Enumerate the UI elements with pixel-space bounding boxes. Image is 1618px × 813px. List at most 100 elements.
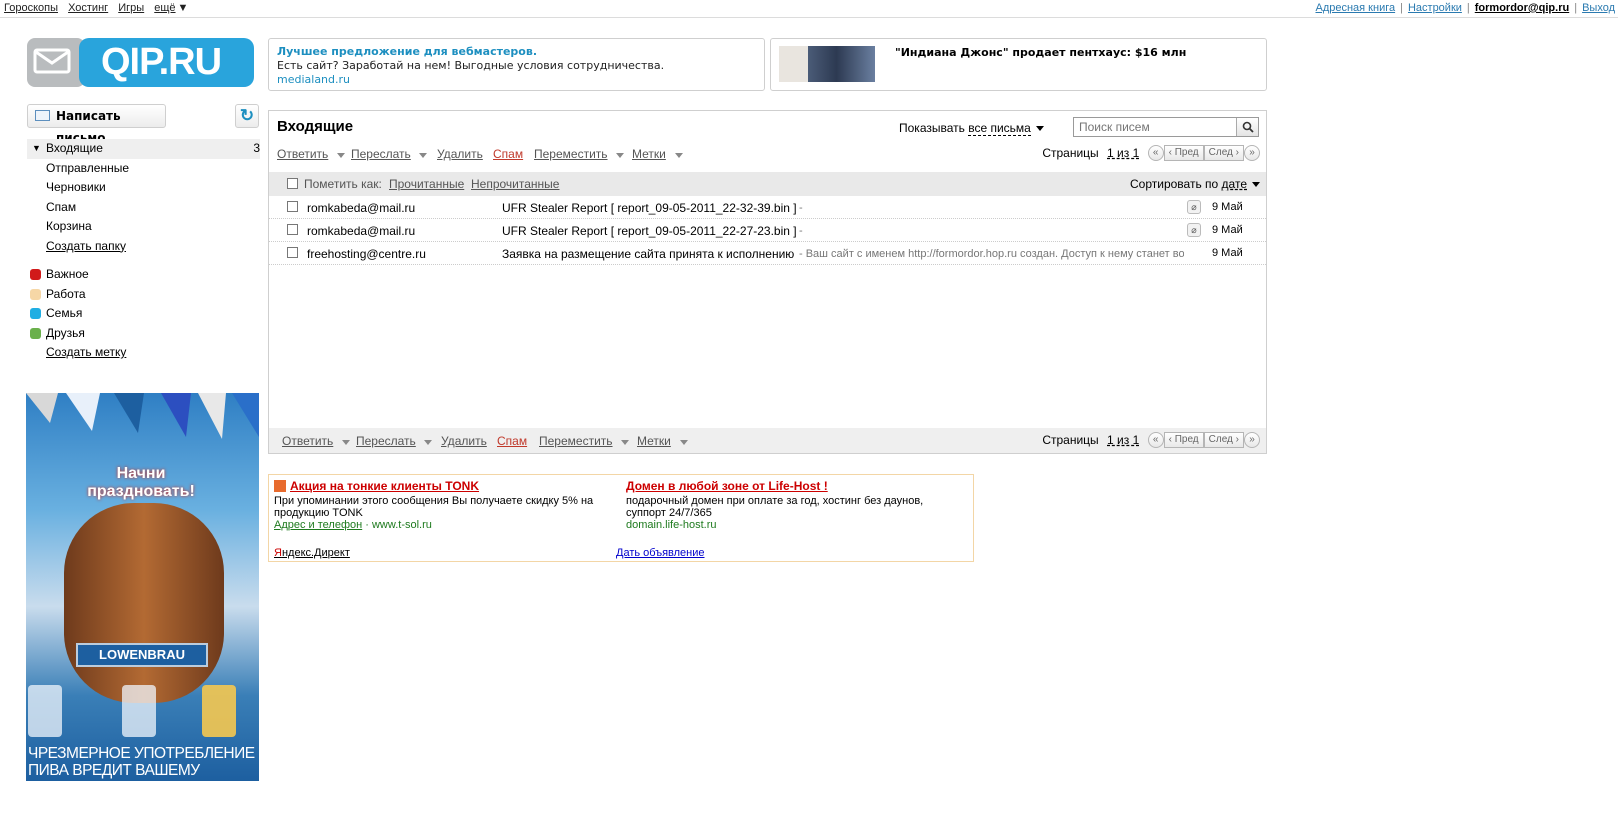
label-friends[interactable]: Друзья xyxy=(27,324,260,344)
page-number[interactable]: 1 из 1 xyxy=(1107,146,1139,160)
delete-button-bottom[interactable]: Удалить xyxy=(441,434,487,448)
forward-button-bottom[interactable]: Переслать xyxy=(356,434,416,448)
reply-button[interactable]: Ответить xyxy=(277,147,328,161)
label-work[interactable]: Работа xyxy=(27,285,260,305)
ad-title[interactable]: Домен в любой зоне от Life-Host ! xyxy=(626,479,966,493)
forward-button[interactable]: Переслать xyxy=(351,147,411,161)
promo-url[interactable]: medialand.ru xyxy=(277,73,756,87)
folder-trash[interactable]: Корзина xyxy=(27,217,260,237)
reply-button-bottom[interactable]: Ответить xyxy=(282,434,333,448)
select-all-checkbox[interactable] xyxy=(287,178,298,189)
tags-button[interactable]: Метки xyxy=(632,147,666,161)
folder-spam[interactable]: Спам xyxy=(27,198,260,218)
expand-arrow-icon[interactable]: ▼ xyxy=(32,139,41,159)
message-checkbox[interactable] xyxy=(287,224,298,235)
message-sender[interactable]: romkabeda@mail.ru xyxy=(307,201,415,215)
message-subject[interactable]: UFR Stealer Report [ report_09-05-2011_2… xyxy=(502,224,797,238)
reply-dropdown-icon[interactable] xyxy=(337,153,345,158)
yandex-direct-link[interactable]: Яндекс.Директ xyxy=(274,547,350,559)
ad-lifehost: Домен в любой зоне от Life-Host ! подаро… xyxy=(626,479,966,531)
promo-title[interactable]: Лучшее предложение для вебмастеров. xyxy=(277,45,756,59)
message-sender[interactable]: romkabeda@mail.ru xyxy=(307,224,415,238)
folder-drafts[interactable]: Черновики xyxy=(27,178,260,198)
beer-ad-banner[interactable]: Начни праздновать! LOWENBRAU ЧРЕЗМЕРНОЕ … xyxy=(26,393,259,781)
spam-button[interactable]: Спам xyxy=(493,147,523,161)
forward-dropdown-icon[interactable] xyxy=(424,440,432,445)
search-button[interactable] xyxy=(1236,118,1258,136)
first-page-button[interactable]: « xyxy=(1147,145,1164,161)
message-snippet[interactable]: - Ваш сайт с именем http://formordor.hop… xyxy=(799,248,1184,260)
logo[interactable]: QIP.RU xyxy=(27,38,254,87)
folder-sent[interactable]: Отправленные xyxy=(27,159,260,179)
create-folder-link[interactable]: Создать папку xyxy=(27,237,260,257)
last-page-button[interactable]: » xyxy=(1244,145,1260,161)
message-snippet[interactable]: - xyxy=(799,225,1219,237)
top-bar: Гороскопы Хостинг Игры ещё ▼ Адресная кни… xyxy=(0,0,1618,18)
chevron-down-icon[interactable]: ▼ xyxy=(178,2,189,14)
flags-decoration xyxy=(26,393,259,439)
delete-button[interactable]: Удалить xyxy=(437,147,483,161)
promo-news[interactable]: "Индиана Джонс" продает пентхаус: $16 мл… xyxy=(770,38,1267,91)
message-checkbox[interactable] xyxy=(287,247,298,258)
message-subject[interactable]: UFR Stealer Report [ report_09-05-2011_2… xyxy=(502,201,797,215)
news-title[interactable]: "Индиана Джонс" продает пентхаус: $16 мл… xyxy=(895,46,1186,59)
message-subject[interactable]: Заявка на размещение сайта принята к исп… xyxy=(502,247,794,261)
reply-dropdown-icon[interactable] xyxy=(342,440,350,445)
message-date: 9 Май xyxy=(1212,247,1243,259)
move-dropdown-icon[interactable] xyxy=(621,440,629,445)
create-label-link[interactable]: Создать метку xyxy=(27,343,260,363)
message-checkbox[interactable] xyxy=(287,201,298,212)
tags-dropdown-icon[interactable] xyxy=(680,440,688,445)
top-link-more[interactable]: ещё xyxy=(154,2,175,14)
message-date: 9 Май xyxy=(1212,201,1243,213)
move-button[interactable]: Переместить xyxy=(534,147,608,161)
message-row[interactable]: romkabeda@mail.ru UFR Stealer Report [ r… xyxy=(269,196,1266,219)
prev-page-button[interactable]: ‹ Пред xyxy=(1163,145,1204,161)
next-page-button[interactable]: След › xyxy=(1203,145,1244,161)
chevron-down-icon[interactable] xyxy=(1035,126,1044,132)
move-button-bottom[interactable]: Переместить xyxy=(539,434,613,448)
address-book-link[interactable]: Адресная книга xyxy=(1315,2,1395,14)
spam-button-bottom[interactable]: Спам xyxy=(497,434,527,448)
top-link-horoscopes[interactable]: Гороскопы xyxy=(4,2,58,14)
filter-value[interactable]: все письма xyxy=(968,121,1031,136)
advertise-link[interactable]: Дать объявление xyxy=(616,547,705,559)
mark-unread-link[interactable]: Непрочитанные xyxy=(471,177,559,191)
ad-address-link[interactable]: Адрес и телефон xyxy=(274,519,362,531)
tags-dropdown-icon[interactable] xyxy=(675,153,683,158)
settings-link[interactable]: Настройки xyxy=(1408,2,1462,14)
next-page-button[interactable]: След › xyxy=(1203,432,1244,448)
label-important[interactable]: Важное xyxy=(27,265,260,285)
last-page-button[interactable]: » xyxy=(1244,432,1260,448)
folder-list: ▼ Входящие 3 Отправленные Черновики Спам… xyxy=(27,139,260,256)
ad-url[interactable]: domain.life-host.ru xyxy=(626,519,966,531)
search-input[interactable] xyxy=(1074,118,1236,136)
promo-webmasters[interactable]: Лучшее предложение для вебмастеров. Есть… xyxy=(268,38,765,91)
top-nav-left: Гороскопы Хостинг Игры ещё ▼ xyxy=(4,2,195,14)
first-page-button[interactable]: « xyxy=(1147,432,1164,448)
tags-button-bottom[interactable]: Метки xyxy=(637,434,671,448)
message-sender[interactable]: freehosting@centre.ru xyxy=(307,247,426,261)
sort-selector[interactable]: Сортировать по дате xyxy=(1130,177,1260,191)
refresh-button[interactable]: ↻ xyxy=(235,104,259,128)
move-dropdown-icon[interactable] xyxy=(616,153,624,158)
ad-url[interactable]: www.t-sol.ru xyxy=(372,519,432,531)
message-row[interactable]: romkabeda@mail.ru UFR Stealer Report [ r… xyxy=(269,219,1266,242)
filter-selector[interactable]: Показывать все письма xyxy=(899,121,1044,136)
top-link-games[interactable]: Игры xyxy=(118,2,144,14)
compose-button[interactable]: Написать письмо xyxy=(27,104,166,145)
forward-dropdown-icon[interactable] xyxy=(419,153,427,158)
label-family[interactable]: Семья xyxy=(27,304,260,324)
message-date: 9 Май xyxy=(1212,224,1243,236)
logout-link[interactable]: Выход xyxy=(1582,2,1615,14)
prev-page-button[interactable]: ‹ Пред xyxy=(1163,432,1204,448)
message-snippet[interactable]: - xyxy=(799,202,1219,214)
folder-inbox[interactable]: ▼ Входящие 3 xyxy=(27,139,260,159)
page-number[interactable]: 1 из 1 xyxy=(1107,433,1139,447)
ad-title[interactable]: Акция на тонкие клиенты TONK xyxy=(290,479,479,493)
news-thumbnail[interactable] xyxy=(779,46,875,82)
top-link-hosting[interactable]: Хостинг xyxy=(68,2,108,14)
mark-read-link[interactable]: Прочитанные xyxy=(389,177,464,191)
message-row[interactable]: freehosting@centre.ru Заявка на размещен… xyxy=(269,242,1266,265)
user-account-link[interactable]: formordor@qip.ru xyxy=(1475,2,1569,14)
